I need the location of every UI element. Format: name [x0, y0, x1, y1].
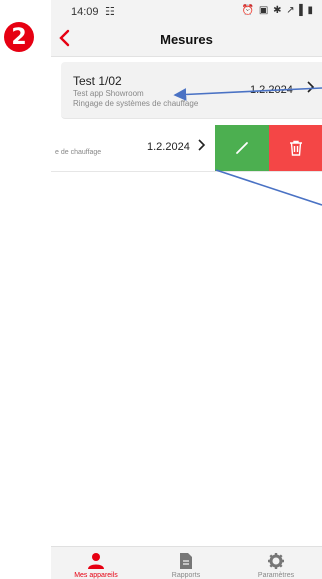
- step-badge: 2: [4, 22, 34, 52]
- tab-bar: Mes appareils Rapports Paramètres: [51, 546, 322, 579]
- item-date: 1.2.2024: [147, 141, 190, 153]
- tab-label: Rapports: [171, 572, 201, 579]
- pencil-icon: [236, 142, 248, 154]
- tab-label: Paramètres: [257, 572, 295, 579]
- status-bar: 14:09 ☷ ⏰ ▣ ✱ ↗▐ ▮: [51, 0, 322, 24]
- delete-button[interactable]: [269, 125, 322, 171]
- person-icon: [88, 553, 104, 569]
- tab-mes-appareils[interactable]: Mes appareils: [51, 547, 141, 579]
- app-bar: Mesures: [51, 24, 322, 57]
- list-item[interactable]: Test 1/02 Test app Showroom Ringage de s…: [61, 62, 322, 119]
- phone-screen: 14:09 ☷ ⏰ ▣ ✱ ↗▐ ▮ Mesures Test 1/02 Tes…: [51, 0, 322, 579]
- document-icon: [180, 553, 192, 569]
- item-description: e de chauffage: [55, 149, 102, 156]
- chevron-right-icon: [197, 137, 207, 157]
- notification-icon: ☷: [105, 6, 115, 18]
- chevron-right-icon: [306, 79, 316, 99]
- gear-icon: [268, 553, 284, 569]
- status-time: 14:09: [71, 6, 99, 18]
- tab-rapports[interactable]: Rapports: [141, 547, 231, 579]
- item-name: Test 1/02: [73, 74, 122, 88]
- list-item-swiped[interactable]: e de chauffage 1.2.2024: [51, 125, 322, 172]
- status-icons: ⏰ ▣ ✱ ↗▐ ▮: [241, 5, 314, 16]
- measurement-list: Test 1/02 Test app Showroom Ringage de s…: [51, 56, 322, 172]
- trash-icon: [289, 140, 302, 156]
- item-date: 1.2.2024: [250, 84, 293, 96]
- item-description: Ringage de systèmes de chauffage: [73, 99, 199, 108]
- tab-label: Mes appareils: [74, 572, 118, 579]
- tab-parametres[interactable]: Paramètres: [231, 547, 321, 579]
- item-subtitle: Test app Showroom: [73, 89, 144, 98]
- page-title: Mesures: [160, 32, 213, 47]
- edit-button[interactable]: [215, 125, 269, 171]
